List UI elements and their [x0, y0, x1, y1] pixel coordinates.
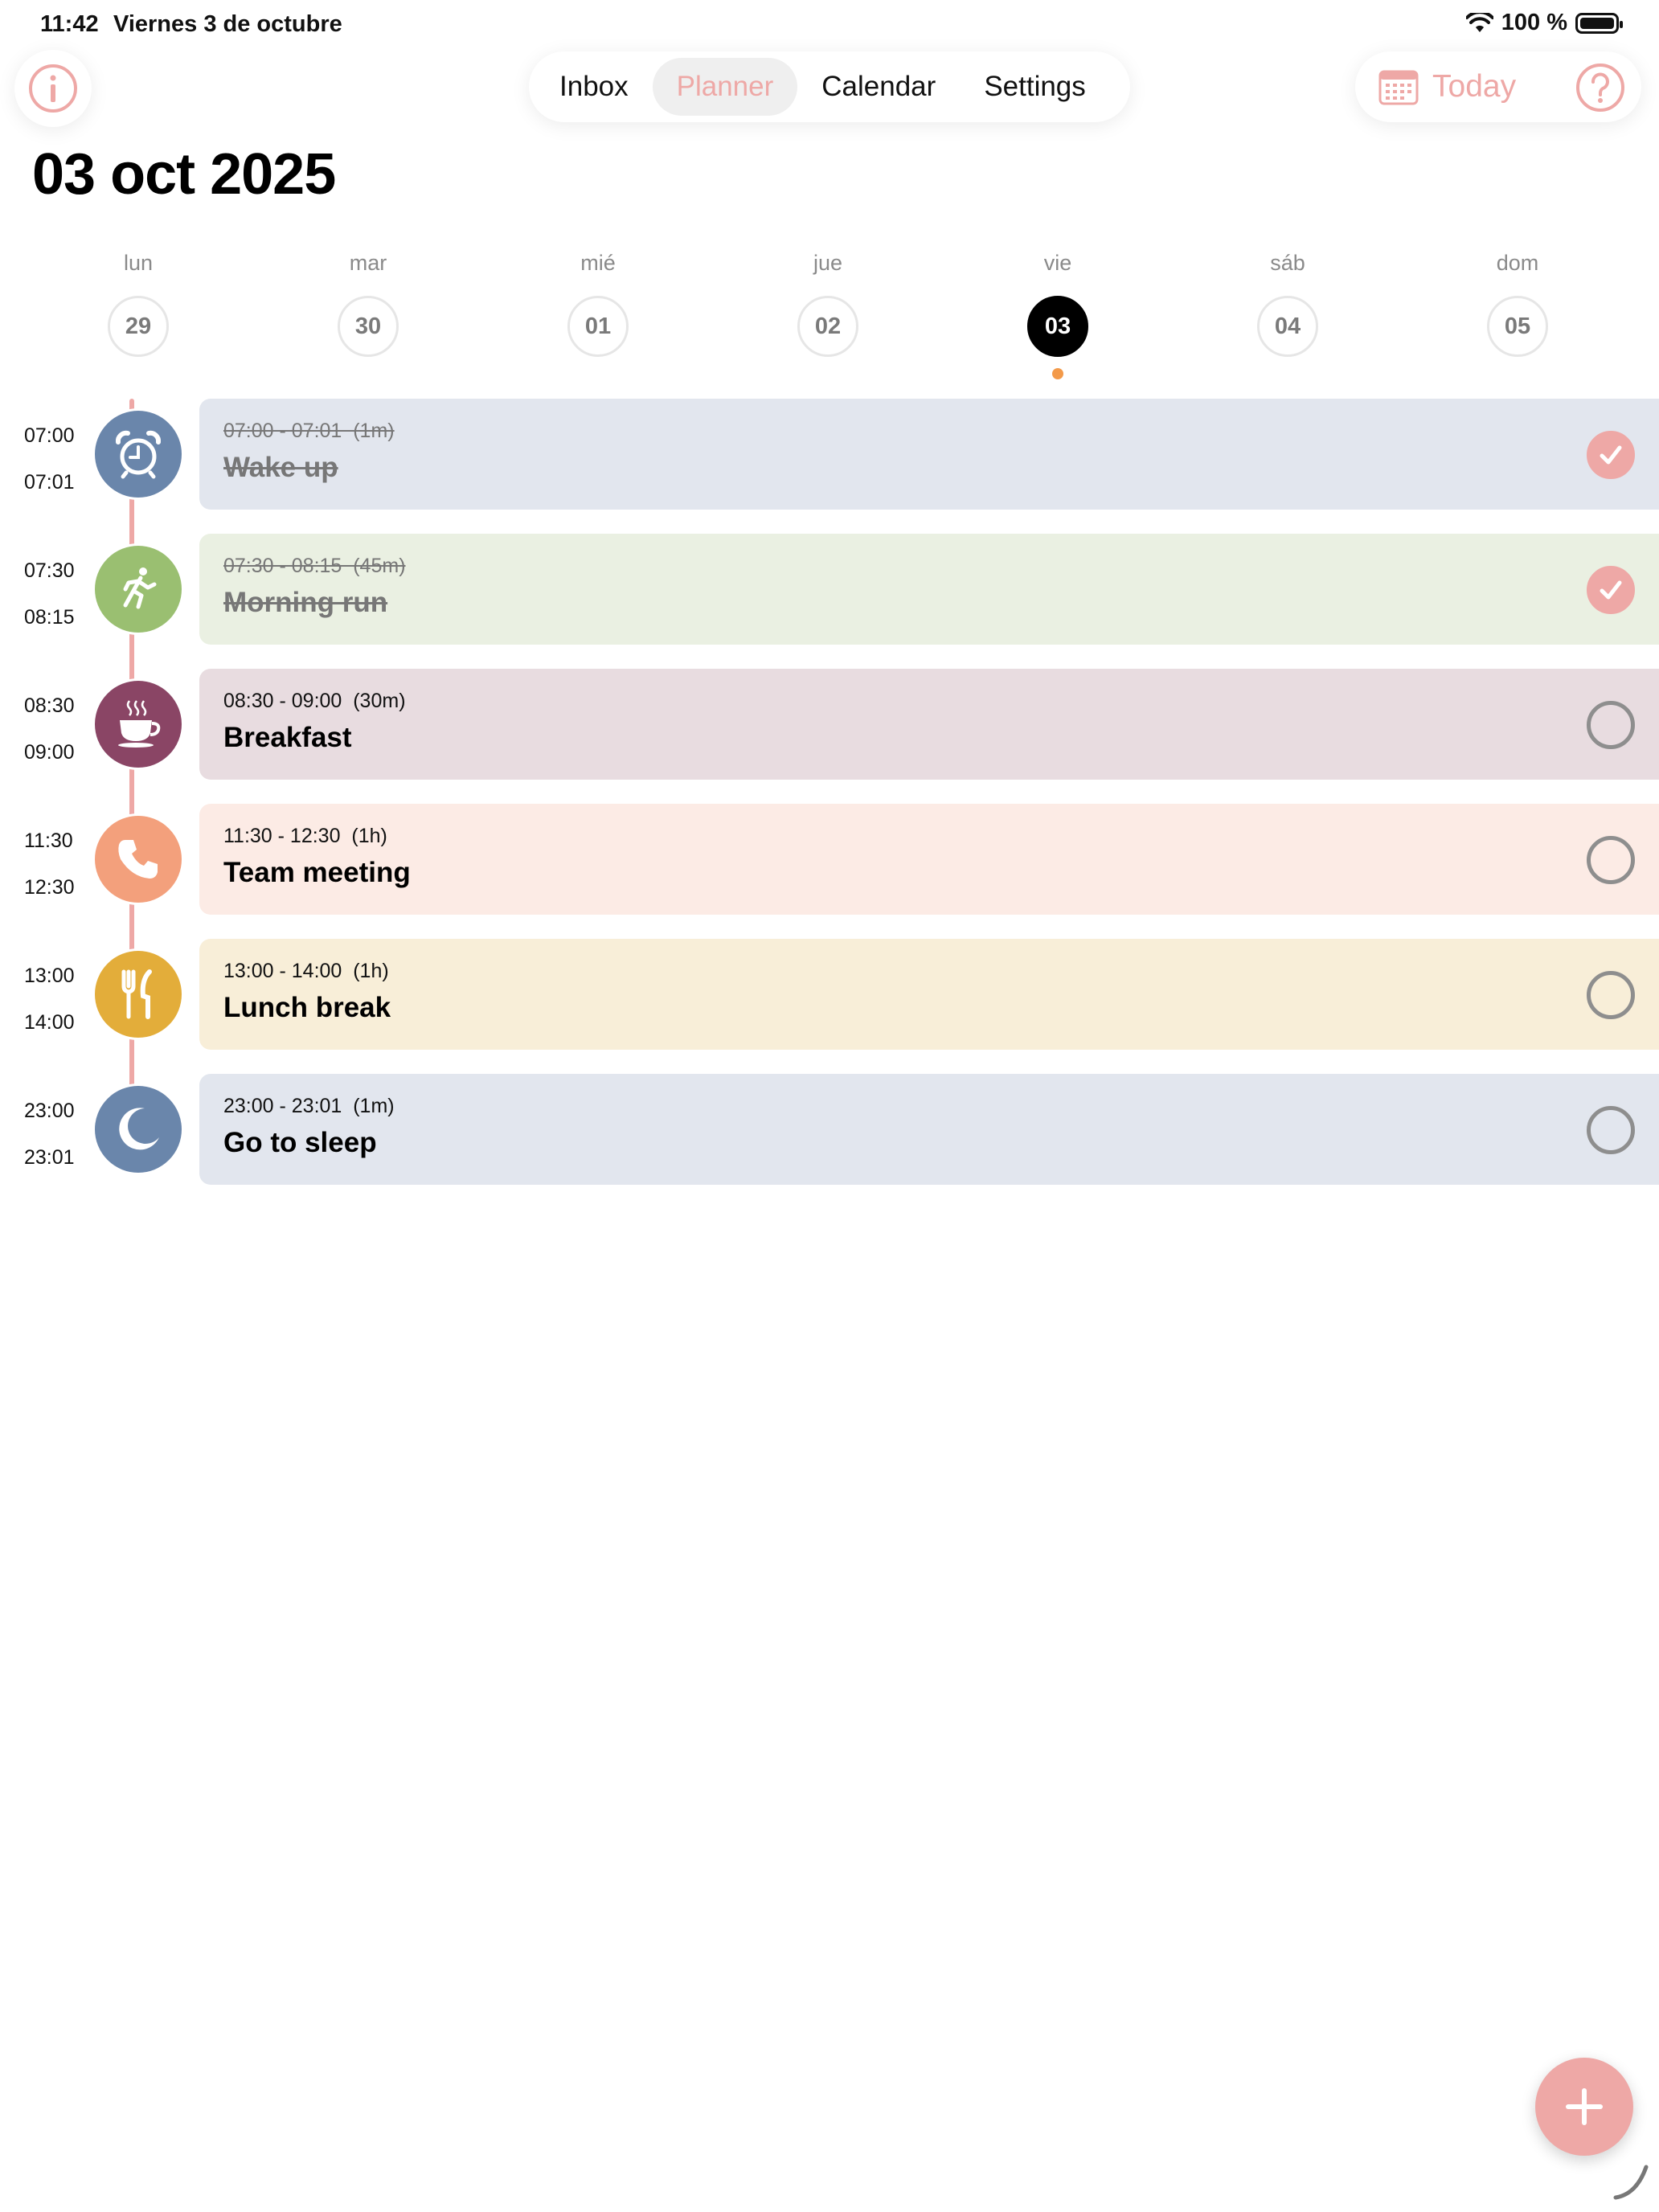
day-name: dom — [1496, 251, 1539, 275]
task-complete-toggle[interactable] — [1587, 701, 1635, 749]
alarm-clock-icon — [92, 408, 184, 500]
info-button[interactable] — [14, 50, 92, 127]
day-name: mar — [349, 251, 387, 275]
task-row[interactable]: 11:30 12:30 11:30 - 12:30 (1h) Team meeting — [0, 804, 1659, 916]
task-title: Team meeting — [223, 857, 411, 888]
task-complete-toggle[interactable] — [1587, 1106, 1635, 1154]
task-start-time: 07:00 — [24, 424, 75, 447]
day-number: 30 — [338, 296, 399, 357]
today-help-group: Today — [1355, 51, 1641, 122]
help-icon[interactable] — [1575, 63, 1625, 113]
day-number: 05 — [1487, 296, 1548, 357]
task-card[interactable]: 07:00 - 07:01 (1m) Wake up — [199, 399, 1659, 510]
task-card[interactable]: 07:30 - 08:15 (45m) Morning run — [199, 534, 1659, 645]
running-icon — [92, 543, 184, 635]
today-label: Today — [1432, 69, 1517, 104]
status-indicators: 100 % — [1465, 10, 1623, 36]
day-vie[interactable]: vie 03 — [1010, 251, 1106, 379]
task-time-range: 08:30 - 09:00 (30m) — [223, 690, 406, 712]
task-row[interactable]: 07:30 08:15 07:30 - 08:15 (45m) Morning run — [0, 534, 1659, 646]
task-start-time: 23:00 — [24, 1100, 75, 1122]
day-lun[interactable]: lun 29 — [90, 251, 186, 357]
task-row[interactable]: 23:00 23:01 23:00 - 23:01 (1m) Go to sleep — [0, 1074, 1659, 1186]
task-time-range: 11:30 - 12:30 (1h) — [223, 825, 387, 847]
battery-icon — [1575, 12, 1623, 34]
task-complete-toggle[interactable] — [1587, 566, 1635, 614]
today-dot — [1052, 368, 1063, 379]
fork-knife-icon — [92, 948, 184, 1040]
day-name: lun — [123, 251, 154, 275]
coffee-cup-icon — [92, 678, 184, 770]
status-time: 11:42 — [40, 11, 99, 37]
day-sáb[interactable]: sáb 04 — [1239, 251, 1336, 357]
add-task-button[interactable] — [1535, 2058, 1633, 2156]
task-time-range: 07:00 - 07:01 (1m) — [223, 420, 395, 442]
day-jue[interactable]: jue 02 — [780, 251, 876, 357]
task-end-time: 14:00 — [24, 1011, 75, 1034]
task-complete-toggle[interactable] — [1587, 971, 1635, 1019]
task-title: Go to sleep — [223, 1127, 377, 1158]
task-title: Wake up — [223, 452, 338, 483]
tab-settings[interactable]: Settings — [960, 58, 1109, 116]
tab-planner[interactable]: Planner — [652, 58, 798, 116]
task-card[interactable]: 23:00 - 23:01 (1m) Go to sleep — [199, 1074, 1659, 1185]
task-start-time: 11:30 — [24, 830, 73, 852]
task-time-range: 23:00 - 23:01 (1m) — [223, 1095, 395, 1117]
moon-icon — [92, 1083, 184, 1175]
task-end-time: 07:01 — [24, 471, 75, 494]
day-number: 02 — [797, 296, 858, 357]
wifi-icon — [1465, 12, 1493, 32]
resize-handle — [1613, 2165, 1649, 2200]
task-time-range: 13:00 - 14:00 (1h) — [223, 960, 389, 982]
tab-inbox[interactable]: Inbox — [535, 58, 653, 116]
task-end-time: 23:01 — [24, 1146, 75, 1169]
task-end-time: 08:15 — [24, 606, 75, 629]
task-card[interactable]: 13:00 - 14:00 (1h) Lunch break — [199, 939, 1659, 1050]
calendar-icon — [1378, 70, 1419, 105]
phone-icon — [92, 813, 184, 905]
battery-percent: 100 % — [1501, 10, 1567, 35]
task-complete-toggle[interactable] — [1587, 836, 1635, 884]
day-number: 04 — [1257, 296, 1318, 357]
day-name: jue — [813, 251, 843, 275]
task-card[interactable]: 08:30 - 09:00 (30m) Breakfast — [199, 669, 1659, 780]
status-bar: 11:42 Viernes 3 de octubre 100 % — [0, 0, 1659, 51]
task-row[interactable]: 07:00 07:01 07:00 - 07:01 (1m) Wake up — [0, 399, 1659, 511]
task-end-time: 09:00 — [24, 741, 75, 764]
day-name: mié — [580, 251, 616, 275]
task-end-time: 12:30 — [24, 876, 75, 899]
task-complete-toggle[interactable] — [1587, 431, 1635, 479]
day-name: vie — [1043, 251, 1072, 275]
task-title: Breakfast — [223, 722, 352, 753]
task-title: Morning run — [223, 587, 388, 618]
task-title: Lunch break — [223, 992, 391, 1023]
task-start-time: 08:30 — [24, 694, 75, 717]
week-strip: lun 29 mar 30 mié 01 jue 02 vie 03 sáb 04 dom 05 — [0, 251, 1659, 379]
task-time-range: 07:30 - 08:15 (45m) — [223, 555, 406, 577]
checkmark-icon — [1600, 445, 1622, 465]
day-number: 03 — [1027, 296, 1088, 357]
page-title: 03 oct 2025 — [32, 142, 336, 207]
day-number: 01 — [567, 296, 629, 357]
info-icon — [29, 64, 77, 113]
task-row[interactable]: 13:00 14:00 13:00 - 14:00 (1h) Lunch break — [0, 939, 1659, 1051]
plus-icon — [1566, 2088, 1603, 2125]
task-row[interactable]: 08:30 09:00 08:30 - 09:00 (30m) Breakfast — [0, 669, 1659, 781]
task-start-time: 07:30 — [24, 559, 75, 582]
task-card[interactable]: 11:30 - 12:30 (1h) Team meeting — [199, 804, 1659, 915]
status-date: Viernes 3 de octubre — [113, 11, 342, 37]
view-switcher: Inbox Planner Calendar Settings — [529, 51, 1130, 122]
day-name: sáb — [1270, 251, 1305, 275]
tab-calendar[interactable]: Calendar — [797, 58, 960, 116]
day-mar[interactable]: mar 30 — [320, 251, 416, 357]
day-mié[interactable]: mié 01 — [550, 251, 646, 357]
day-number: 29 — [108, 296, 169, 357]
task-start-time: 13:00 — [24, 965, 75, 987]
day-dom[interactable]: dom 05 — [1469, 251, 1566, 357]
checkmark-icon — [1600, 580, 1622, 600]
today-button[interactable]: Today — [1378, 68, 1516, 106]
